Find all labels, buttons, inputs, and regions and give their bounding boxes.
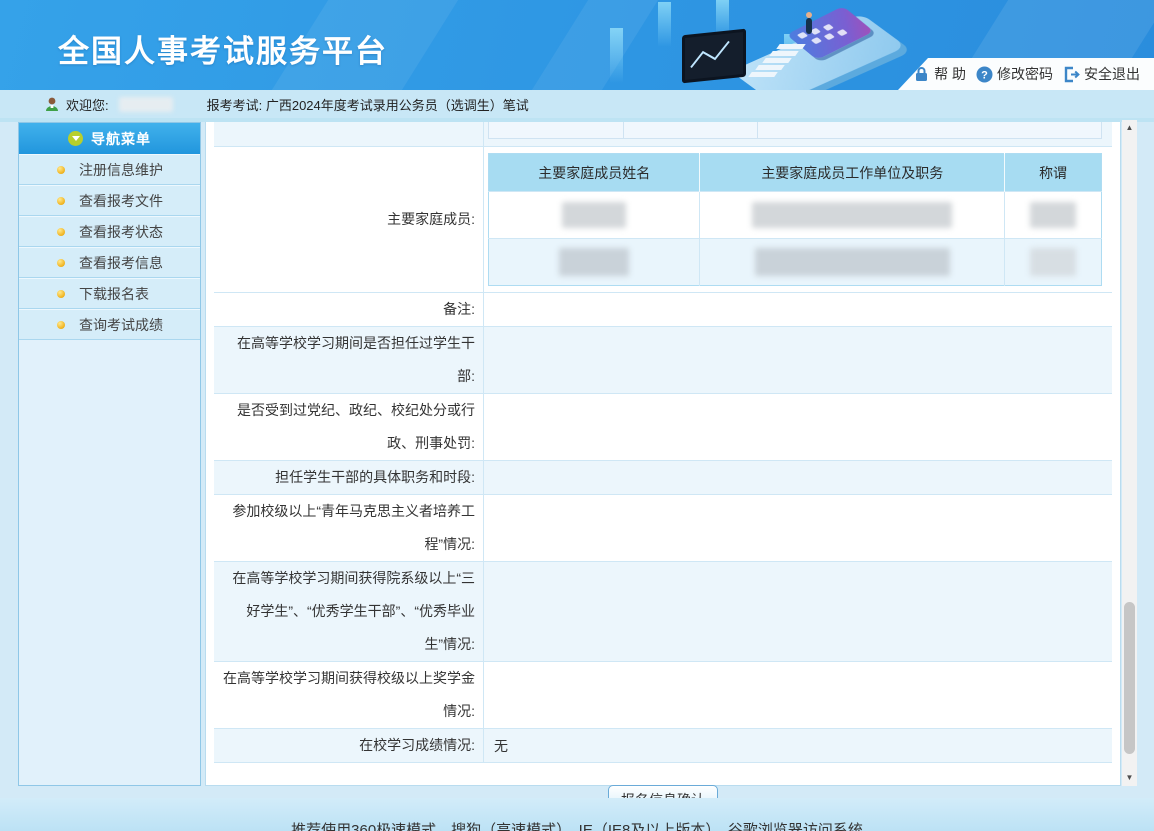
form-row-student-cadre: 在高等学校学习期间是否担任过学生干部: (214, 327, 1112, 394)
nav-menu-title: 导航菜单 (91, 129, 151, 149)
form-row-marxist-program: 参加校级以上“青年马克思主义者培养工程”情况: (214, 495, 1112, 562)
page-footer: 推荐使用360极速模式、搜狗（高速模式）、IE（IE8及以上版本）、谷歌浏览器访… (0, 798, 1154, 831)
main-content-panel: 主要家庭成员: 主要家庭成员姓名 主要家庭成员工作单位及职务 称谓 (205, 122, 1121, 786)
row-value (484, 327, 1112, 393)
redacted-member-name (559, 248, 629, 276)
exam-info: 报考考试: 广西2024年度考试录用公务员（选调生）笔试 (207, 95, 529, 114)
chevron-down-icon (68, 131, 83, 146)
sidebar-item-label: 查看报考文件 (79, 191, 163, 211)
glow-pillar (658, 2, 671, 47)
family-members-table: 主要家庭成员姓名 主要家庭成员工作单位及职务 称谓 (488, 153, 1102, 286)
family-table-row (489, 239, 1102, 286)
row-value (484, 495, 1112, 561)
form-row-remarks: 备注: (214, 293, 1112, 327)
header-illustration (598, 0, 898, 90)
family-members-row: 主要家庭成员: 主要家庭成员姓名 主要家庭成员工作单位及职务 称谓 (214, 147, 1112, 293)
row-value: 无 (484, 729, 1112, 762)
app-header: 全国人事考试服务平台 帮 助 ? (0, 0, 1154, 90)
welcome-bar: 欢迎您: 报考考试: 广西2024年度考试录用公务员（选调生）笔试 (0, 90, 1154, 118)
redacted-member-workplace (752, 202, 952, 228)
form-row-cadre-position: 担任学生干部的具体职务和时段: (214, 461, 1112, 495)
sidebar-item-exam-results[interactable]: 查询考试成绩 (19, 309, 200, 340)
form-row-academic-record: 在校学习成绩情况: 无 (214, 729, 1112, 763)
sidebar-item-label: 下载报名表 (79, 284, 149, 304)
change-password-label: 修改密码 (997, 64, 1053, 84)
row-label: 在高等学校学习期间是否担任过学生干部: (222, 327, 475, 393)
redacted-member-relation (1030, 248, 1076, 276)
sidebar-item-registration-info[interactable]: 注册信息维护 (19, 154, 200, 185)
row-value (484, 662, 1112, 728)
header-quick-links: 帮 助 ? 修改密码 安全退出 (898, 58, 1154, 90)
row-label: 在校学习成绩情况: (359, 729, 475, 762)
application-form-table: 主要家庭成员: 主要家庭成员姓名 主要家庭成员工作单位及职务 称谓 (214, 122, 1112, 815)
sidebar-item-application-status[interactable]: 查看报考状态 (19, 216, 200, 247)
row-label: 是否受到过党纪、政纪、校纪处分或行政、刑事处罚: (222, 394, 475, 460)
change-password-link[interactable]: ? 修改密码 (976, 64, 1053, 84)
scroll-up-arrow[interactable]: ▲ (1122, 120, 1137, 136)
logout-icon (1063, 66, 1080, 83)
redacted-member-name (562, 202, 626, 228)
logout-label: 安全退出 (1084, 64, 1140, 84)
bullet-icon (57, 259, 65, 267)
welcome-greeting: 欢迎您: (66, 95, 109, 114)
lock-icon (913, 66, 930, 83)
svg-text:?: ? (981, 69, 988, 81)
family-members-label: 主要家庭成员: (214, 147, 484, 292)
bullet-icon (57, 321, 65, 329)
logout-link[interactable]: 安全退出 (1063, 64, 1140, 84)
row-value (484, 293, 1112, 326)
sidebar-item-label: 查看报考状态 (79, 222, 163, 242)
row-label: 在高等学校学习期间获得校级以上奖学金情况: (222, 662, 475, 728)
browser-recommendation-text: 推荐使用360极速模式、搜狗（高速模式）、IE（IE8及以上版本）、谷歌浏览器访… (0, 819, 1154, 831)
form-row-scholarship: 在高等学校学习期间获得校级以上奖学金情况: (214, 662, 1112, 729)
sidebar-item-application-info[interactable]: 查看报考信息 (19, 247, 200, 278)
column-member-workplace: 主要家庭成员工作单位及职务 (700, 154, 1005, 192)
user-avatar-icon (44, 96, 60, 112)
bullet-icon (57, 166, 65, 174)
bullet-icon (57, 290, 65, 298)
column-member-name: 主要家庭成员姓名 (489, 154, 700, 192)
sidebar-item-label: 查询考试成绩 (79, 315, 163, 335)
family-members-table-cell: 主要家庭成员姓名 主要家庭成员工作单位及职务 称谓 (484, 147, 1112, 292)
nav-menu-header[interactable]: 导航菜单 (19, 123, 200, 154)
row-value (484, 461, 1112, 494)
form-row-honors: 在高等学校学习期间获得院系级以上“三好学生”、“优秀学生干部”、“优秀毕业生”情… (214, 562, 1112, 662)
row-label: 担任学生干部的具体职务和时段: (275, 461, 475, 494)
row-value (484, 394, 1112, 460)
form-row-disciplinary: 是否受到过党纪、政纪、校纪处分或行政、刑事处罚: (214, 394, 1112, 461)
clipped-inner-table (488, 122, 1102, 139)
sidebar-item-label: 注册信息维护 (79, 160, 163, 180)
scrollbar-thumb[interactable] (1124, 602, 1135, 754)
scroll-down-arrow[interactable]: ▼ (1122, 770, 1137, 786)
help-label: 帮 助 (934, 64, 966, 84)
vertical-scrollbar[interactable]: ▲ ▼ (1122, 120, 1137, 786)
redacted-member-relation (1030, 202, 1076, 228)
row-value (484, 562, 1112, 661)
glow-pillar (610, 28, 623, 83)
monitor-graphic (682, 29, 746, 84)
clipped-table-row (214, 122, 1112, 147)
row-label: 在高等学校学习期间获得院系级以上“三好学生”、“优秀学生干部”、“优秀毕业生”情… (222, 562, 475, 661)
sidebar-nav: 导航菜单 注册信息维护 查看报考文件 查看报考状态 查看报考信息 下载报名表 查… (18, 122, 201, 786)
clipped-row-label (214, 122, 484, 146)
row-label: 参加校级以上“青年马克思主义者培养工程”情况: (222, 495, 475, 561)
sidebar-item-label: 查看报考信息 (79, 253, 163, 273)
question-icon: ? (976, 66, 993, 83)
sidebar-item-exam-documents[interactable]: 查看报考文件 (19, 185, 200, 216)
column-member-relation: 称谓 (1005, 154, 1102, 192)
bullet-icon (57, 228, 65, 236)
sidebar-item-download-form[interactable]: 下载报名表 (19, 278, 200, 309)
bullet-icon (57, 197, 65, 205)
redacted-member-workplace (755, 248, 950, 276)
row-label: 备注: (443, 293, 475, 326)
user-name-redacted (119, 97, 173, 112)
person-figure (806, 18, 812, 34)
page-title: 全国人事考试服务平台 (58, 26, 388, 71)
help-link[interactable]: 帮 助 (913, 64, 966, 84)
family-table-header-row: 主要家庭成员姓名 主要家庭成员工作单位及职务 称谓 (489, 154, 1102, 192)
family-table-row (489, 192, 1102, 239)
